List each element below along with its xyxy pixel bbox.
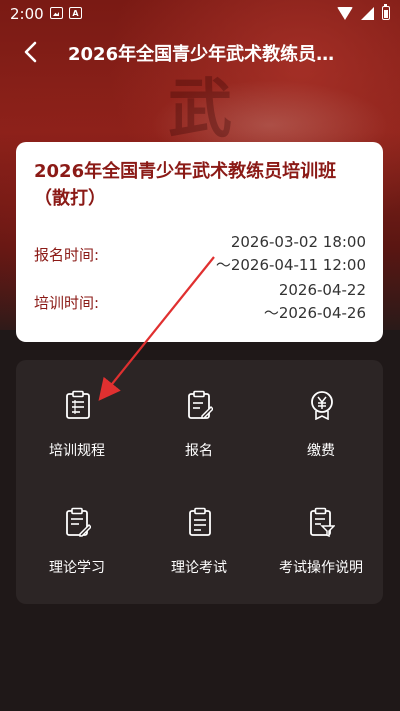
clipboard-filter-icon: [310, 507, 335, 537]
app-notification-icon: A: [69, 7, 82, 19]
feature-menu: 培训规程 报名 缴费 理论学习 理论考试 考试操作说明: [16, 360, 383, 604]
training-end: ～2026-04-26: [263, 304, 366, 322]
registration-time: 2026-03-02 18:00 ～2026-04-11 12:00: [216, 231, 366, 277]
menu-item-training-rules[interactable]: 培训规程: [16, 360, 138, 470]
registration-end: ～2026-04-11 12:00: [215, 256, 366, 274]
system-icons: [337, 4, 390, 20]
image-notification-icon: [50, 7, 63, 19]
clipboard-exam-icon: [189, 507, 211, 536]
status-time: 2:00: [10, 5, 44, 23]
clipboard-list-icon: [66, 390, 90, 419]
yuan-badge-icon: [311, 391, 333, 420]
menu-item-theory-study[interactable]: 理论学习: [16, 477, 138, 587]
signal-icon: [361, 6, 374, 20]
wifi-icon: [337, 6, 353, 20]
menu-label-payment: 缴费: [307, 443, 335, 459]
menu-label-training-rules: 培训规程: [49, 443, 105, 459]
app-bar: 2026年全国青少年武术教练员…: [0, 28, 400, 76]
training-start: 2026-04-22: [278, 281, 366, 299]
clipboard-edit-icon: [188, 390, 213, 419]
back-arrow-icon[interactable]: [18, 38, 46, 66]
menu-item-payment[interactable]: 缴费: [260, 360, 382, 470]
clipboard-pen-icon: [66, 507, 91, 537]
menu-label-theory-study: 理论学习: [49, 560, 105, 576]
registration-start: 2026-03-02 18:00: [230, 233, 366, 251]
battery-icon: [382, 4, 390, 20]
menu-label-registration: 报名: [185, 443, 213, 459]
menu-item-registration[interactable]: 报名: [138, 360, 260, 470]
training-label: 培训时间:: [34, 294, 100, 312]
registration-label: 报名时间:: [34, 246, 100, 264]
notification-icons: A: [50, 7, 82, 19]
training-time: 2026-04-22 ～2026-04-26: [264, 279, 366, 325]
menu-label-exam-instructions: 考试操作说明: [279, 560, 363, 576]
menu-label-theory-exam: 理论考试: [171, 560, 227, 576]
status-bar: 2:00 A: [0, 0, 400, 28]
course-info-card: 2026年全国青少年武术教练员培训班（散打） 报名时间: 2026-03-02 …: [16, 142, 383, 342]
course-title: 2026年全国青少年武术教练员培训班（散打）: [34, 161, 337, 209]
menu-item-exam-instructions[interactable]: 考试操作说明: [260, 477, 382, 587]
page-title: 2026年全国青少年武术教练员…: [68, 44, 335, 65]
menu-item-theory-exam[interactable]: 理论考试: [138, 477, 260, 587]
